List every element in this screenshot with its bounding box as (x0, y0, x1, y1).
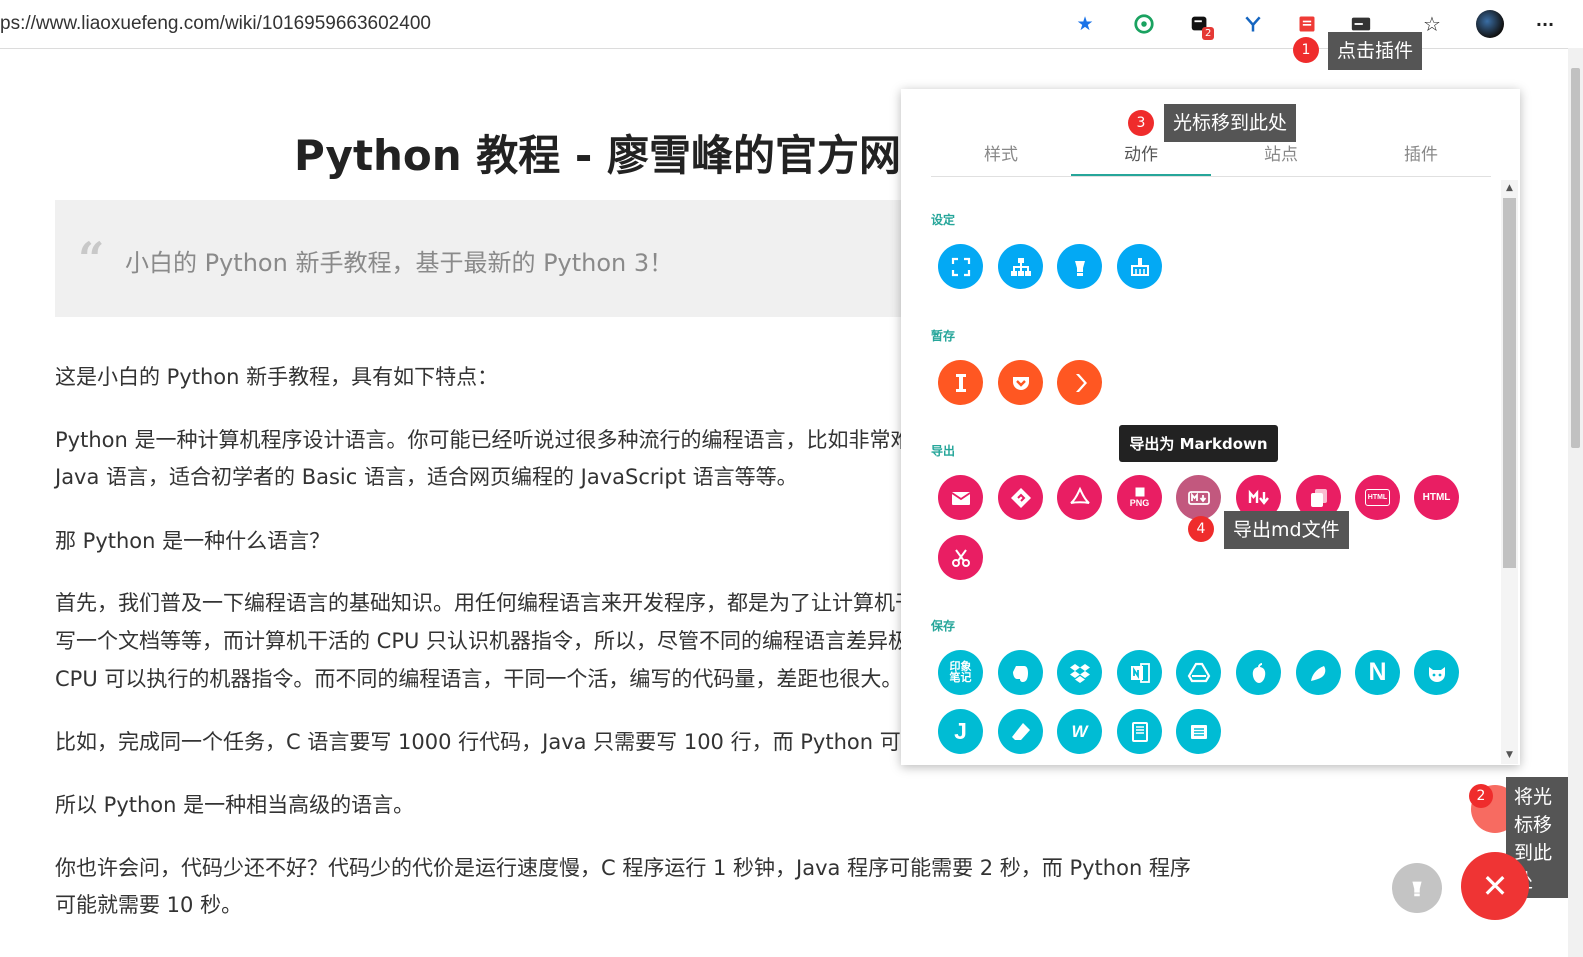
bookmark-star-icon[interactable]: ★ (1073, 12, 1097, 36)
paragraph: Java 语言，适合初学者的 Basic 语言，适合网页编程的 JavaScri… (55, 465, 798, 489)
dropbox-icon[interactable] (1057, 650, 1102, 695)
active-tab-indicator (1071, 174, 1211, 176)
paragraph: 写一个文档等等，而计算机干活的 CPU 只认识机器指令，所以，尽管不同的编程语言… (55, 629, 910, 653)
linnk-icon[interactable] (1057, 360, 1102, 405)
step-1-tooltip: 点击插件 (1328, 32, 1423, 70)
sitemap-icon[interactable] (998, 244, 1043, 289)
quote-mark-icon: “ (78, 232, 105, 286)
section-label-export: 导出 (931, 444, 956, 458)
paragraph: 所以 Python 是一种相当高级的语言。 (55, 793, 415, 817)
notion-label: N (1368, 658, 1387, 686)
instapaper-icon[interactable] (938, 360, 983, 405)
paragraph: 首先，我们普及一下编程语言的基础知识。用任何编程语言来开发程序，都是为了让计算机… (55, 591, 916, 615)
scroll-up-arrow-icon[interactable]: ▲ (1506, 183, 1513, 193)
section-label-settings: 设定 (931, 213, 956, 227)
popup-scrollbar-thumb[interactable] (1503, 198, 1516, 568)
notes-list-icon[interactable] (1176, 709, 1221, 754)
step-4-tooltip: 导出md文件 (1224, 511, 1349, 549)
markdown-icon[interactable] (1176, 475, 1221, 520)
bulb-icon (1412, 881, 1422, 897)
yuque-icon[interactable] (1296, 650, 1341, 695)
tab-style[interactable]: 样式 (931, 140, 1071, 165)
html-export-icon[interactable]: HTML (1355, 475, 1400, 520)
floating-bulb-button[interactable] (1392, 863, 1442, 913)
paragraph: 你也许会问，代码少还不好？代码少的代价是运行速度慢，C 程序运行 1 秒钟，Ja… (55, 856, 1191, 880)
step-3-marker: 3 (1128, 110, 1154, 136)
page-title: Python 教程 - 廖雪峰的官方网 (294, 131, 901, 180)
extension-badge: 2 (1202, 27, 1215, 40)
evernote-icon[interactable] (998, 650, 1043, 695)
ebook-icon[interactable] (1117, 709, 1162, 754)
focus-bulb-icon[interactable] (1057, 244, 1102, 289)
html-label: HTML (1422, 492, 1451, 503)
page-scrollbar-thumb[interactable] (1571, 68, 1580, 448)
jianguo-j-icon[interactable]: J (938, 709, 983, 754)
close-icon: ✕ (1481, 867, 1509, 905)
github-cat-icon[interactable] (1414, 650, 1459, 695)
email-icon[interactable] (938, 475, 983, 520)
step-3-tooltip: 光标移到此处 (1164, 104, 1297, 142)
paragraph: CPU 可以执行的机器指令。而不同的编程语言，干同一个活，编写的代码量，差距也很… (55, 667, 903, 691)
profile-avatar[interactable] (1476, 10, 1504, 38)
section-label-save: 保存 (931, 619, 956, 633)
clean-brush-icon[interactable] (1117, 244, 1162, 289)
wiz-label: W (1071, 722, 1088, 741)
more-menu-icon[interactable]: ··· (1533, 12, 1557, 36)
pocket-icon[interactable] (998, 360, 1043, 405)
notion-icon[interactable]: N (1355, 650, 1400, 695)
floating-close-button[interactable]: ✕ (1461, 852, 1529, 920)
html-label: HTML (1364, 489, 1391, 506)
onenote-icon[interactable] (1117, 650, 1162, 695)
step-2-marker: 2 (1469, 784, 1493, 808)
scissors-icon[interactable] (938, 535, 983, 580)
paragraph: 这是小白的 Python 新手教程，具有如下特点： (55, 365, 499, 389)
jianguoyun-icon[interactable] (1236, 650, 1281, 695)
jianguo-label: J (954, 718, 967, 744)
simpread-extension-icon[interactable] (1295, 12, 1319, 36)
intro-quote-text: 小白的 Python 新手教程，基于最新的 Python 3！ (125, 249, 674, 277)
wiz-icon[interactable]: W (1057, 709, 1102, 754)
png-export-icon[interactable]: PNG (1117, 475, 1162, 520)
eraser-icon[interactable] (998, 709, 1043, 754)
paragraph: Python 是一种计算机程序设计语言。你可能已经听说过很多种流行的编程语言，比… (55, 428, 912, 452)
kindle-icon[interactable] (998, 475, 1043, 520)
page-scrollbar[interactable] (1568, 48, 1583, 957)
step-4-marker: 4 (1188, 516, 1214, 542)
tab-actions[interactable]: 动作 (1071, 140, 1211, 165)
extension-green-icon[interactable] (1132, 12, 1156, 36)
paragraph: 那 Python 是一种什么语言？ (55, 529, 331, 553)
section-label-cache: 暂存 (931, 329, 956, 343)
address-bar-url[interactable]: ps://www.liaoxuefeng.com/wiki/1016959663… (0, 13, 431, 35)
scroll-down-arrow-icon[interactable]: ▼ (1506, 750, 1513, 760)
yinxiang-label: 印象笔记 (949, 660, 972, 684)
paragraph: 比如，完成同一个任务，C 语言要写 1000 行代码，Java 只需要写 100… (55, 730, 922, 754)
fullscreen-icon[interactable] (938, 244, 983, 289)
favorites-icon[interactable]: ☆ (1420, 12, 1444, 36)
google-drive-icon[interactable] (1176, 650, 1221, 695)
extension-y-icon[interactable] (1241, 12, 1265, 36)
yinxiang-icon[interactable]: 印象笔记 (938, 650, 983, 695)
tab-divider (931, 176, 1491, 177)
pdf-icon[interactable] (1057, 475, 1102, 520)
tab-sites[interactable]: 站点 (1211, 140, 1351, 165)
png-label: PNG (1129, 498, 1150, 508)
paragraph: 可能就需要 10 秒。 (55, 893, 243, 917)
markdown-hover-tooltip: 导出为 Markdown (1119, 425, 1278, 462)
tab-plugins[interactable]: 插件 (1351, 140, 1491, 165)
step-1-marker: 1 (1293, 37, 1319, 63)
html-offline-icon[interactable]: HTML (1414, 475, 1459, 520)
